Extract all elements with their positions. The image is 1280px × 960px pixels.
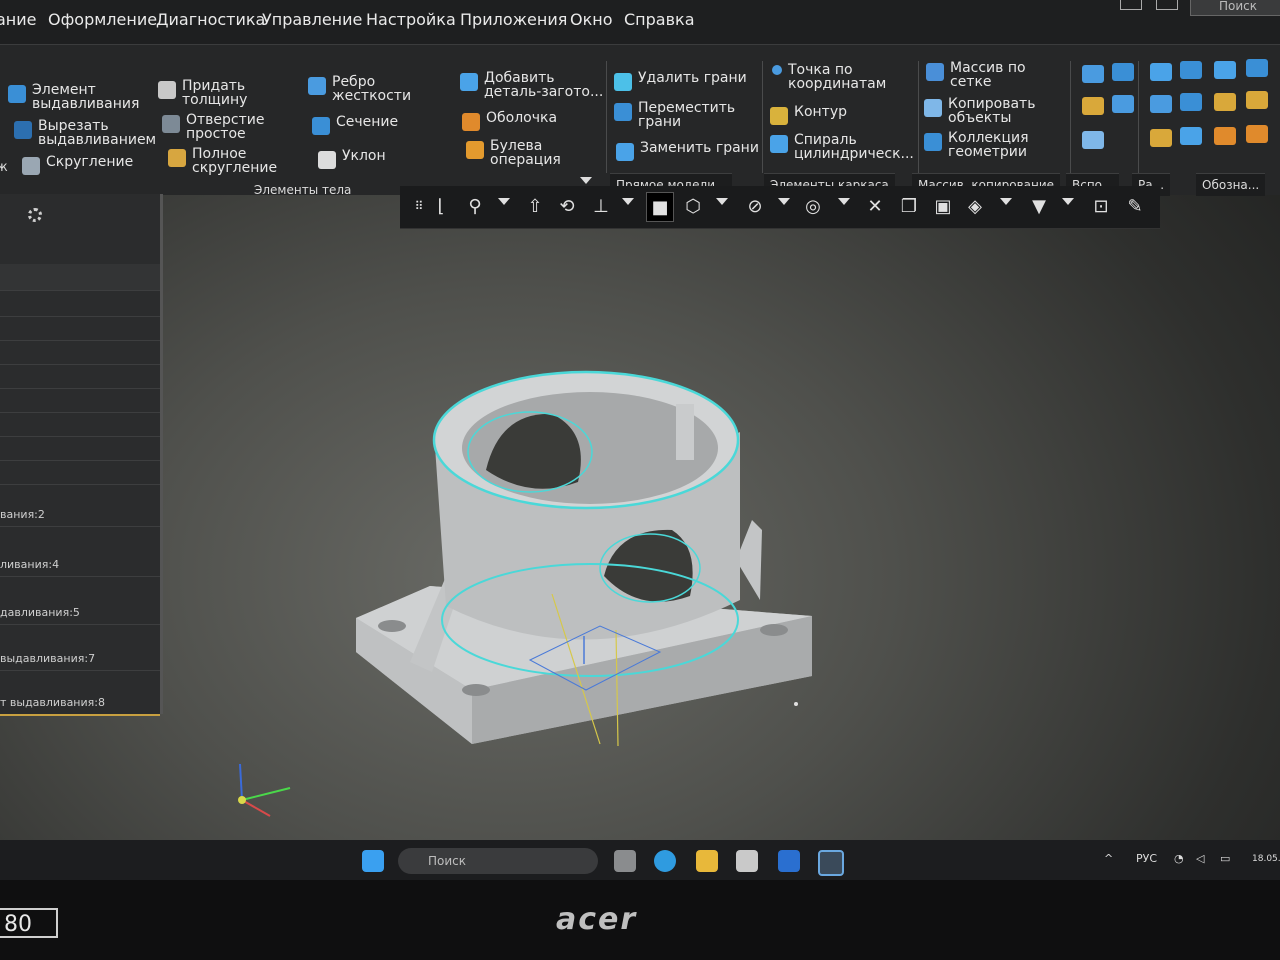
screen: ание Оформление Диагностика Управление Н…	[0, 0, 1280, 960]
file-explorer-icon[interactable]	[696, 850, 718, 872]
wifi-icon[interactable]: ◔	[1174, 852, 1184, 865]
inner-slot	[676, 404, 694, 460]
tray-chevron-icon[interactable]: ^	[1104, 852, 1113, 865]
triad-z-axis	[239, 763, 243, 801]
triad-origin	[238, 796, 246, 804]
mounting-hole[interactable]	[760, 624, 788, 636]
edge-browser-icon[interactable]	[654, 850, 676, 872]
triad-x-axis	[241, 799, 271, 817]
mounting-hole[interactable]	[462, 684, 490, 696]
battery-icon[interactable]: ▭	[1220, 852, 1230, 865]
laptop-bezel: 80 acer	[0, 880, 1280, 960]
refresh-rate-badge: 80	[0, 908, 58, 938]
store-icon[interactable]	[736, 850, 758, 872]
taskbar: Поиск ^ РУС ◔ ◁ ▭ 18.05.	[0, 840, 1280, 880]
start-icon[interactable]	[362, 850, 384, 872]
kompas-app-icon[interactable]	[818, 850, 844, 876]
task-view-icon[interactable]	[614, 850, 636, 872]
triad-y-axis	[241, 787, 291, 801]
brand-logo: acer	[556, 902, 638, 937]
mail-icon[interactable]	[778, 850, 800, 872]
model-viewport[interactable]	[0, 0, 1280, 840]
language-indicator[interactable]: РУС	[1136, 852, 1157, 865]
cursor-dot	[794, 702, 798, 706]
taskbar-search[interactable]: Поиск	[398, 848, 598, 874]
mounting-hole[interactable]	[378, 620, 406, 632]
tray-date[interactable]: 18.05.	[1252, 854, 1280, 864]
volume-icon[interactable]: ◁	[1196, 852, 1204, 865]
